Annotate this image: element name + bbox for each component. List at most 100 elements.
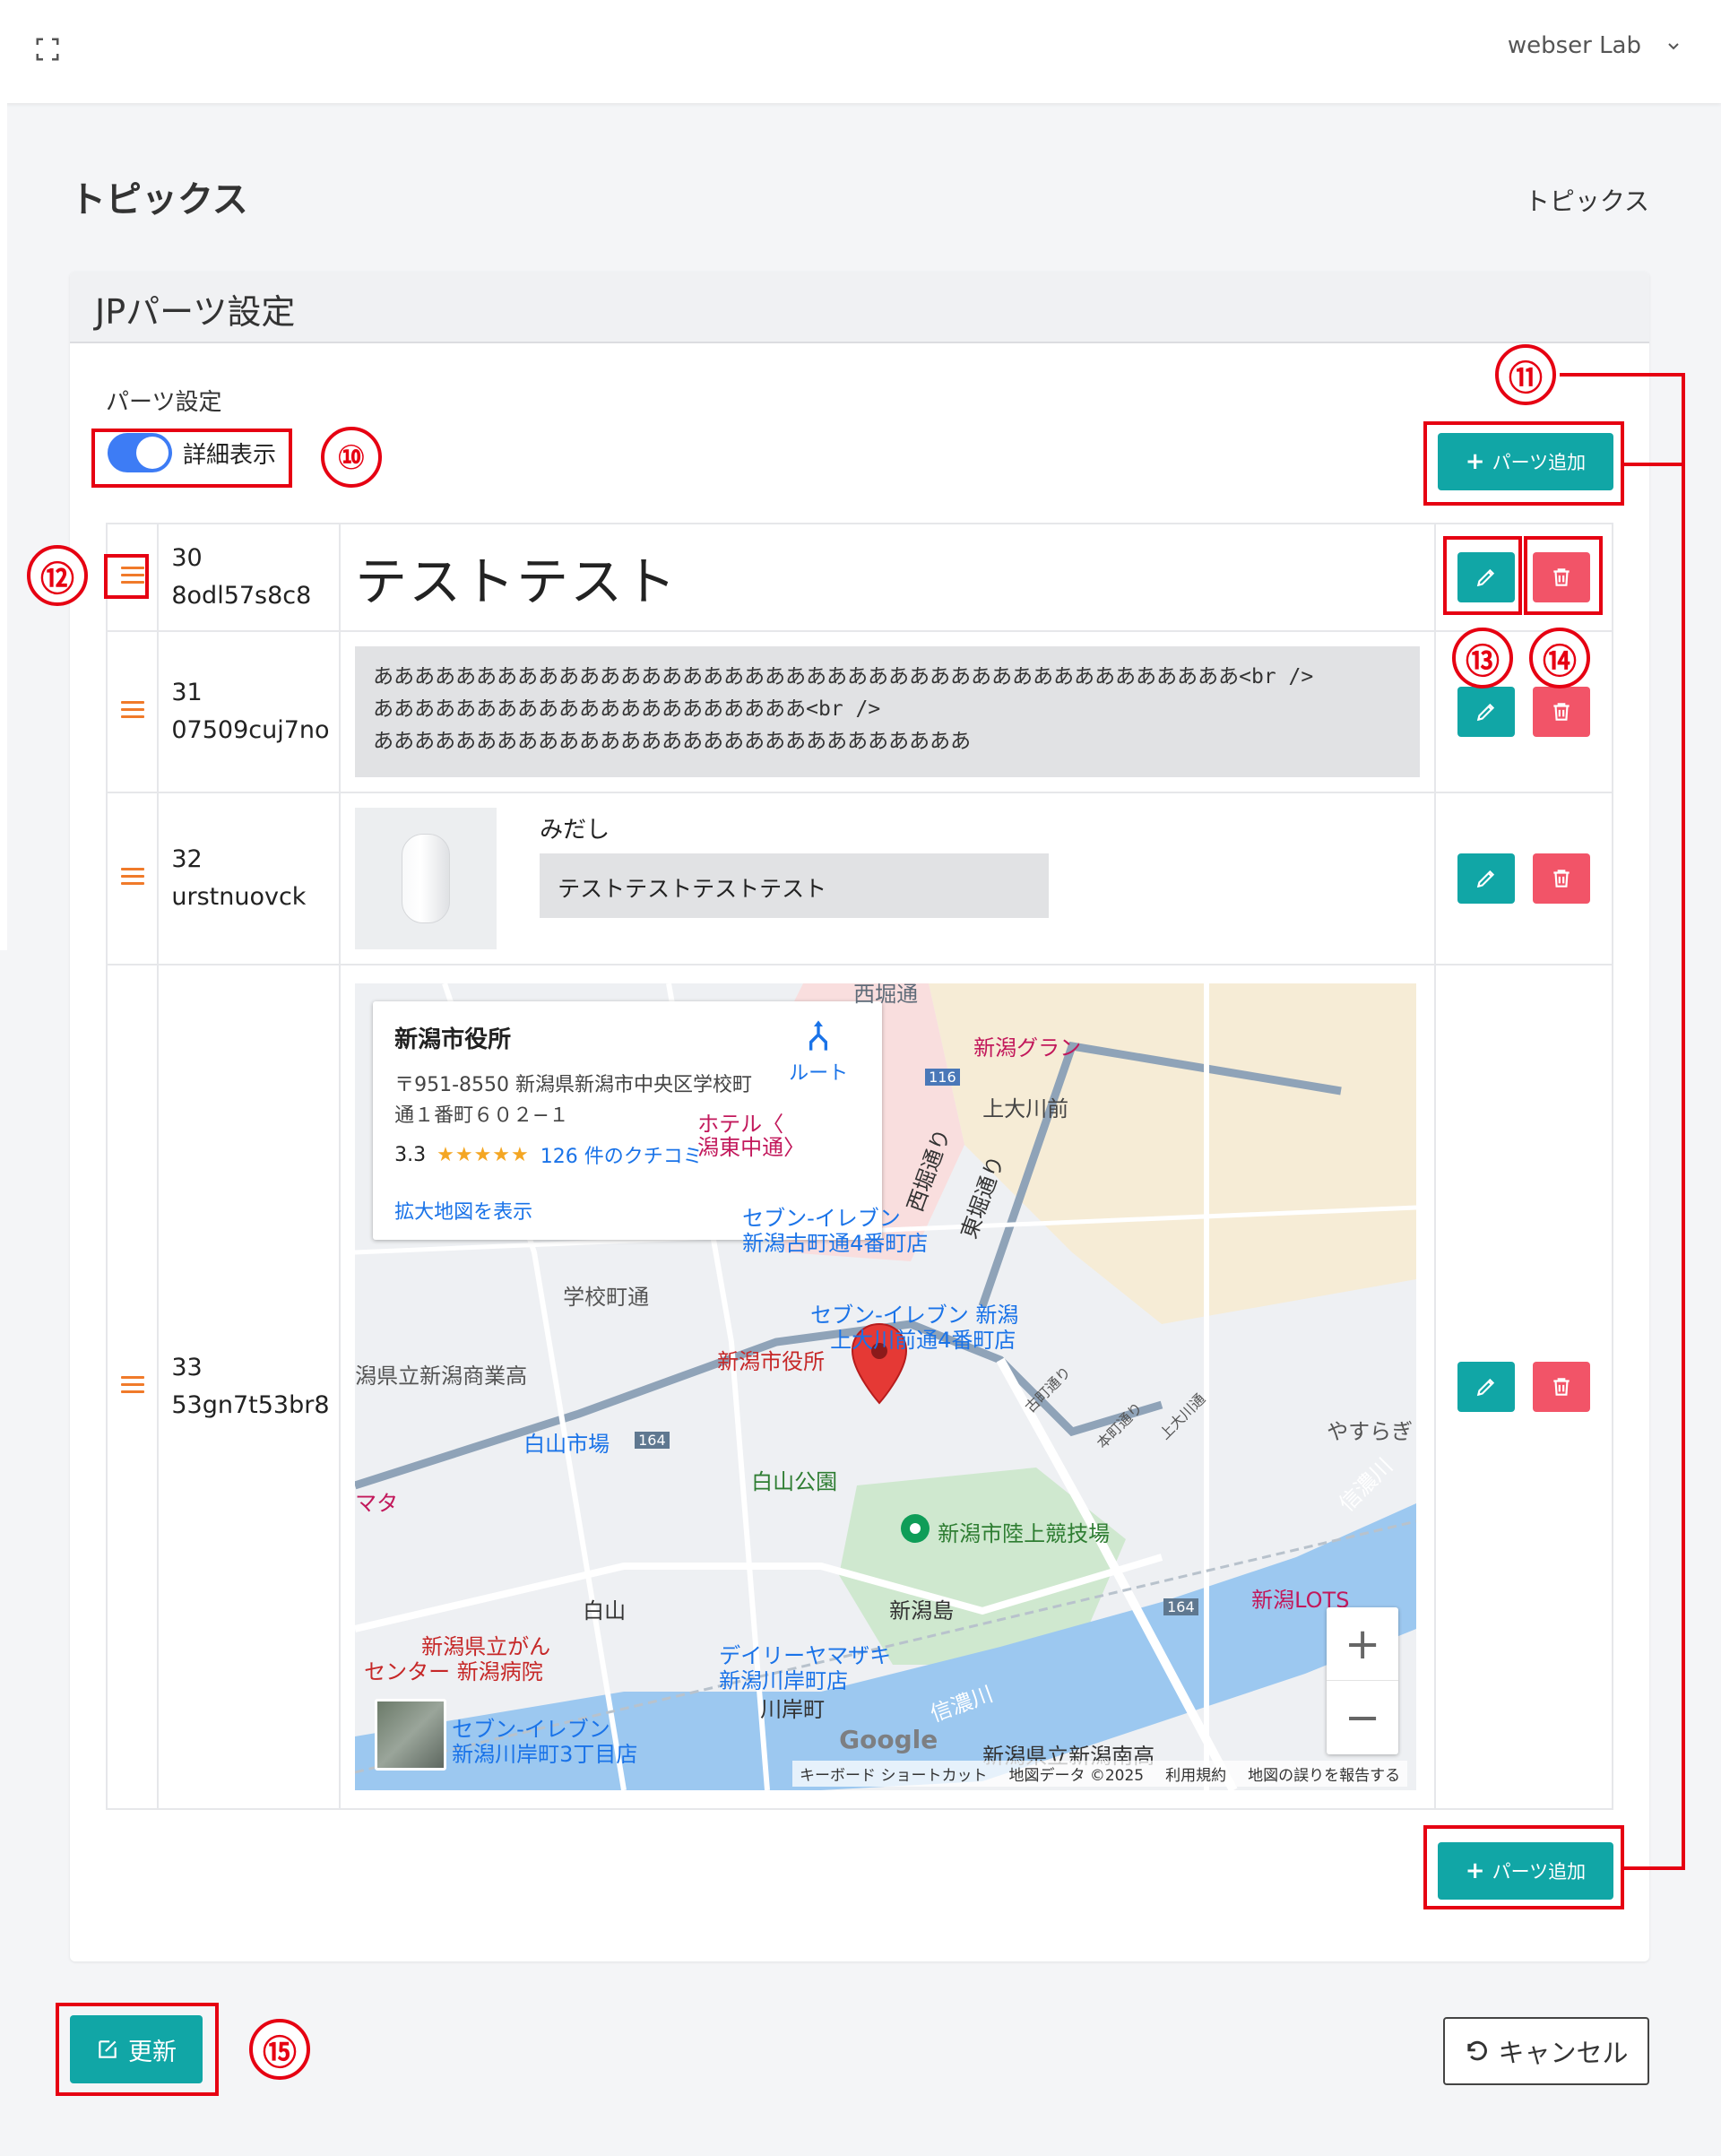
page-title: トピックス xyxy=(70,179,248,221)
report-error-link[interactable]: 地図の誤りを報告する xyxy=(1248,1762,1400,1785)
google-logo: Google xyxy=(839,1725,938,1754)
road-shield: 164 xyxy=(635,1432,670,1449)
zoom-out-button[interactable]: − xyxy=(1327,1681,1398,1754)
cancel-label: キャンセル xyxy=(1498,2038,1629,2068)
map-label: 西堀通 xyxy=(853,983,919,1007)
map-label: 新潟市役所 xyxy=(717,1349,826,1374)
map-zoom-control: + − xyxy=(1327,1607,1399,1754)
part-number: 33 xyxy=(171,1354,203,1381)
annotation-number: ⑬ xyxy=(1452,628,1513,688)
user-menu[interactable]: webser Lab xyxy=(1508,32,1681,59)
table-row: 31 07509cuj7no ああああああああああああああああああああああああああ… xyxy=(105,630,1613,793)
route-button[interactable]: ルート xyxy=(789,1017,848,1086)
star-icons: ★★★★★ xyxy=(437,1143,530,1166)
map-label: マタ xyxy=(355,1491,399,1516)
map-label: 潟県立新潟商業高 xyxy=(355,1364,528,1389)
part-code: 07509cuj7no xyxy=(171,716,330,744)
map-label: 川岸町 xyxy=(760,1697,826,1722)
fullscreen-icon[interactable] xyxy=(34,36,61,63)
top-bar: webser Lab xyxy=(0,0,1721,103)
satellite-toggle[interactable] xyxy=(375,1699,447,1771)
annotation-box xyxy=(104,554,149,599)
drag-handle-icon[interactable] xyxy=(120,868,144,886)
annotation-box xyxy=(1524,536,1603,615)
table-row: 30 8odl57s8c8 テストテスト xyxy=(105,523,1613,632)
map-label: 潟東中通〉 xyxy=(697,1135,806,1160)
part-code: urstnuovck xyxy=(171,883,307,911)
map-label: 上大川前通4番町店 xyxy=(830,1328,1016,1353)
annotation-number: ⑭ xyxy=(1529,628,1590,688)
annotation-number: ⑩ xyxy=(321,427,382,488)
delete-button[interactable] xyxy=(1533,853,1591,904)
delete-button[interactable] xyxy=(1533,1362,1591,1412)
pencil-icon xyxy=(1476,703,1495,722)
part-code: 53gn7t53br8 xyxy=(171,1391,330,1419)
pencil-icon xyxy=(1476,1378,1495,1397)
map-label: 新潟古町通4番町店 xyxy=(742,1231,929,1256)
annotation-box xyxy=(1423,421,1624,506)
reviews-link[interactable]: 126 件のクチコミ xyxy=(541,1140,703,1169)
map-label: 新潟川岸町店 xyxy=(719,1668,849,1693)
edit-button[interactable] xyxy=(1457,1362,1516,1412)
card-title: JPパーツ設定 xyxy=(70,272,1649,343)
rating-value: 3.3 xyxy=(394,1143,427,1166)
route-label: ルート xyxy=(789,1062,849,1085)
heading-label: みだし xyxy=(540,817,610,844)
annotation-line xyxy=(1682,373,1685,1870)
sidebar-edge xyxy=(0,103,7,950)
map-label: センター 新潟病院 xyxy=(364,1659,543,1684)
road-shield: 164 xyxy=(1163,1598,1198,1615)
map-label: 学校町通 xyxy=(563,1285,650,1310)
map-label: 新潟島 xyxy=(889,1598,955,1623)
user-name: webser Lab xyxy=(1507,32,1641,59)
pencil-icon xyxy=(1476,870,1495,888)
chevron-down-icon xyxy=(1668,43,1679,50)
product-image xyxy=(355,808,497,949)
map-label: 新潟グラン xyxy=(973,1035,1082,1061)
map-label: 新潟川岸町3丁目店 xyxy=(452,1742,638,1767)
drag-handle-icon[interactable] xyxy=(120,1376,144,1394)
parts-settings-label: パーツ設定 xyxy=(106,389,222,416)
map-label: 白山 xyxy=(583,1598,627,1623)
parts-card: JPパーツ設定 パーツ設定 詳細表示 + パーツ追加 30 8odl57s8c8 … xyxy=(70,272,1649,1961)
delete-button[interactable] xyxy=(1533,687,1591,737)
map-label: 白山市場 xyxy=(523,1432,610,1457)
annotation-line xyxy=(1560,373,1685,377)
directions-icon xyxy=(809,1020,828,1051)
edit-button[interactable] xyxy=(1457,853,1516,904)
drag-handle-icon[interactable] xyxy=(120,701,144,719)
part-number: 30 xyxy=(171,544,203,572)
annotation-box xyxy=(91,429,292,488)
annotation-number: ⑫ xyxy=(27,545,88,606)
table-row: 32 urstnuovck みだし テストテストテストテスト xyxy=(105,792,1613,965)
zoom-in-button[interactable]: + xyxy=(1327,1607,1399,1681)
edit-button[interactable] xyxy=(1457,687,1516,737)
part-number: 31 xyxy=(171,679,203,706)
map-label: 新潟市陸上競技場 xyxy=(938,1521,1111,1546)
annotation-number: ⑪ xyxy=(1495,344,1556,405)
annotation-line xyxy=(1624,463,1683,466)
cancel-button[interactable]: キャンセル xyxy=(1443,2017,1649,2085)
part-text: テストテスト xyxy=(355,551,679,612)
trash-icon xyxy=(1553,870,1570,888)
undo-icon xyxy=(1467,2040,1488,2061)
annotation-line xyxy=(1624,1866,1683,1870)
map-data-text: 地図データ ©2025 xyxy=(1008,1767,1145,1785)
terms-link[interactable]: 利用規約 xyxy=(1165,1762,1226,1785)
breadcrumb[interactable]: トピックス xyxy=(1525,182,1649,218)
map-label: 白山公園 xyxy=(751,1469,838,1494)
map-footer: キーボード ショートカット 地図データ ©2025 利用規約 地図の誤りを報告す… xyxy=(792,1761,1408,1787)
trash-icon xyxy=(1553,703,1570,721)
table-row: 33 53gn7t53br8 新潟市役所 〒951-8550 新潟県新潟市中央区… xyxy=(105,964,1613,1810)
heading-value: テストテストテストテスト xyxy=(540,853,1050,918)
annotation-number: ⑮ xyxy=(249,2019,310,2080)
trash-icon xyxy=(1553,1378,1570,1396)
annotation-box xyxy=(1423,1825,1624,1909)
keyboard-shortcuts-link[interactable]: キーボード ショートカット xyxy=(800,1762,987,1785)
map-label: 上大川前 xyxy=(982,1096,1069,1121)
part-html-text: ああああああああああああああああああああああああああああああああああああああああ… xyxy=(355,646,1421,777)
annotation-box xyxy=(56,2003,219,2096)
parts-table: 30 8odl57s8c8 テストテスト 31 07509cuj7no ああああああ… xyxy=(105,523,1613,1810)
google-map[interactable]: 新潟市役所 〒951-8550 新潟県新潟市中央区学校町通１番町６０２−１ 3.… xyxy=(355,983,1417,1790)
annotation-box xyxy=(1443,536,1522,615)
